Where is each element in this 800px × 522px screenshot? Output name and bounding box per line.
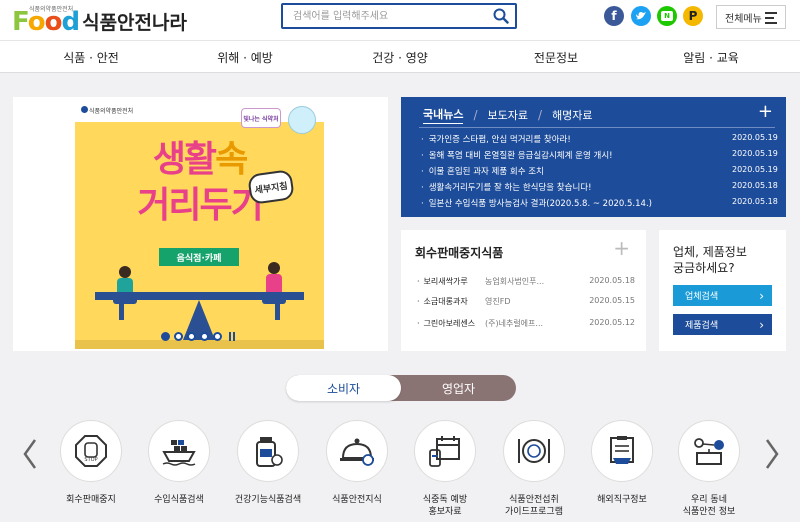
- nav-item-health-nutrition[interactable]: 건강 · 영양: [372, 49, 428, 66]
- slide-dot[interactable]: [174, 332, 183, 341]
- nav-item-expert-info[interactable]: 전문정보: [534, 49, 578, 66]
- quick-label: 식중독 예방 홍보자료: [422, 495, 468, 517]
- blog-icon[interactable]: N: [657, 6, 677, 26]
- news-tabs: 국내뉴스 / 보도자료 / 해명자료: [423, 106, 593, 124]
- recall-item[interactable]: 그린아보레센스(주)네추럴에프...2020.05.12: [417, 318, 635, 329]
- site-logo[interactable]: 식품의약품안전처 Food 식품안전나라: [12, 5, 187, 35]
- quick-safe-intake-guide[interactable]: [503, 420, 565, 482]
- slide-dot[interactable]: [161, 332, 170, 341]
- search-icon: [493, 8, 509, 24]
- header: 식품의약품안전처 Food 식품안전나라 f N P 전체메뉴: [0, 0, 800, 40]
- tab-press-release[interactable]: 보도자료: [488, 107, 528, 123]
- quick-label: 건강기능식품검색: [234, 495, 302, 505]
- nav-item-notice-education[interactable]: 알림 · 교육: [683, 49, 739, 66]
- slide-dot[interactable]: [213, 332, 222, 341]
- news-item[interactable]: 이물 혼입된 과자 제품 회수 조치2020.05.19: [421, 165, 778, 181]
- product-search-button[interactable]: 제품검색: [673, 314, 772, 335]
- user-type-toggle: 소비자 영업자: [286, 375, 516, 401]
- calendar-alert-icon: [429, 436, 460, 467]
- tab-clarification[interactable]: 해명자료: [552, 107, 592, 123]
- tab-domestic-news[interactable]: 국내뉴스: [423, 106, 464, 124]
- cargo-ship-icon: [162, 440, 196, 466]
- search-button[interactable]: [487, 5, 515, 27]
- facebook-icon[interactable]: f: [604, 6, 624, 26]
- nav-item-food-safety[interactable]: 식품 · 안전: [63, 49, 119, 66]
- news-item[interactable]: 생활속거리두기를 잘 하는 한식당을 찾습니다!2020.05.18: [421, 181, 778, 197]
- slide-dot[interactable]: [200, 332, 209, 341]
- all-menu-button[interactable]: 전체메뉴: [716, 5, 786, 29]
- plate-cutlery-icon: [518, 439, 550, 463]
- toggle-business[interactable]: 영업자: [401, 375, 516, 401]
- slide-indicator: [75, 332, 324, 341]
- quick-neighborhood-food-info[interactable]: [678, 420, 740, 482]
- news-panel: 국내뉴스 / 보도자료 / 해명자료 + 국가인증 스타펌, 안심 먹거리를 찾…: [401, 97, 786, 217]
- banner-ribbon: 음식점·카페: [159, 248, 239, 266]
- quick-label: 식품안전섭취 가이드프로그램: [505, 495, 563, 517]
- nav-item-hazard-prevention[interactable]: 위해 · 예방: [217, 49, 273, 66]
- neighborhood-network-icon: [694, 438, 724, 465]
- recall-title: 회수판매중지식품: [415, 246, 504, 260]
- company-search-button[interactable]: 업체검색: [673, 285, 772, 306]
- banner-slide[interactable]: 식품의약품안전처 빛나는 식약처 생활속 거리두기 세부지침 음식점·카페: [75, 100, 324, 349]
- recall-item[interactable]: 소금대롱과자영진FD2020.05.15: [417, 296, 635, 307]
- main-nav: 식품 · 안전 위해 · 예방 건강 · 영양 전문정보 알림 · 교육: [0, 40, 800, 73]
- svg-text:STOP: STOP: [84, 457, 97, 463]
- all-menu-label: 전체메뉴: [725, 13, 762, 25]
- recall-panel: 회수판매중지식품 + 보리새싹가루농업회사법인푸...2020.05.18 소금…: [401, 230, 646, 351]
- ministry-emblem-icon: [81, 106, 88, 113]
- company-question: 업체, 제품정보 궁금하세요?: [673, 245, 747, 275]
- main-banner: 식품의약품안전처 빛나는 식약처 생활속 거리두기 세부지침 음식점·카페: [13, 97, 388, 351]
- quick-health-food-search[interactable]: [237, 420, 299, 482]
- person-right-illustration: [262, 262, 286, 320]
- site-name: 식품안전나라: [82, 12, 187, 34]
- banner-round-badge-icon: [288, 106, 316, 134]
- quick-label: 식품안전지식: [332, 495, 382, 505]
- clipboard-ship-icon: [610, 436, 634, 464]
- slide-dot[interactable]: [187, 332, 196, 341]
- quick-menu-prev-button[interactable]: [22, 437, 38, 471]
- quick-label: 수입식품검색: [154, 495, 204, 505]
- logo-subtitle: 식품의약품안전처: [29, 6, 74, 13]
- news-more-plus-icon[interactable]: +: [758, 103, 773, 121]
- twitter-icon[interactable]: [631, 6, 651, 26]
- news-item[interactable]: 일본산 수입식품 방사능검사 결과(2020.5.8. ~ 2020.5.14.…: [421, 197, 778, 213]
- quick-label: 회수판매중지: [66, 495, 116, 505]
- stop-hand-icon: STOP: [75, 435, 107, 467]
- quick-menu-next-button[interactable]: [764, 437, 780, 471]
- hamburger-icon: [765, 12, 777, 27]
- post-icon[interactable]: P: [683, 6, 703, 26]
- company-search-panel: 업체, 제품정보 궁금하세요? 업체검색 제품검색: [659, 230, 786, 351]
- news-item[interactable]: 국가인증 스타펌, 안심 먹거리를 찾아라!2020.05.19: [421, 133, 778, 149]
- toggle-consumer[interactable]: 소비자: [286, 375, 401, 401]
- cloche-icon: [340, 438, 374, 466]
- pause-icon[interactable]: [229, 332, 238, 341]
- chevron-left-icon: [23, 439, 37, 469]
- quick-label: 해외직구정보: [597, 495, 647, 505]
- quick-overseas-purchase-info[interactable]: [591, 420, 653, 482]
- search-input[interactable]: [283, 5, 487, 27]
- banner-badge: 빛나는 식약처: [241, 108, 281, 128]
- banner-ministry: 식품의약품안전처: [89, 108, 134, 115]
- recall-item[interactable]: 보리새싹가루농업회사법인푸...2020.05.18: [417, 276, 635, 287]
- quick-food-poisoning-prevention[interactable]: [414, 420, 476, 482]
- search-box: [281, 3, 517, 29]
- quick-recall-stop[interactable]: STOP: [60, 420, 122, 482]
- chevron-right-icon: [765, 439, 779, 469]
- quick-label: 우리 동네 식품안전 정보: [682, 495, 736, 517]
- seesaw-table-illustration: [95, 292, 304, 300]
- recall-more-plus-icon[interactable]: +: [613, 238, 630, 258]
- news-item[interactable]: 올해 폭염 대비 온열질환 응급실감시체계 운영 개시!2020.05.19: [421, 149, 778, 165]
- quick-food-safety-knowledge[interactable]: [326, 420, 388, 482]
- supplement-bottle-icon: [256, 437, 283, 467]
- quick-import-food-search[interactable]: [148, 420, 210, 482]
